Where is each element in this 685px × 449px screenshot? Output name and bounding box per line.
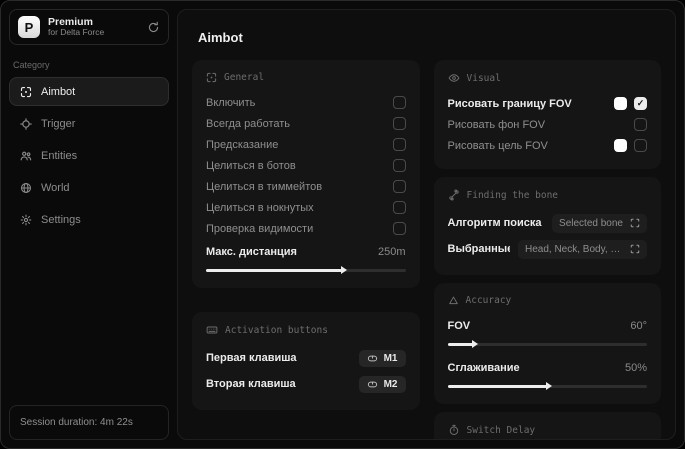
brand-card: P Premium for Delta Force xyxy=(9,9,169,45)
sidebar-item-label: Settings xyxy=(41,213,81,226)
checkbox-draw-fov-border[interactable] xyxy=(634,97,647,110)
fov-slider[interactable] xyxy=(447,339,647,349)
sidebar: P Premium for Delta Force Category Aimbo xyxy=(9,9,169,440)
color-swatch[interactable] xyxy=(614,139,627,152)
brand-subtitle: for Delta Force xyxy=(48,27,105,38)
checkbox-target-knocked[interactable] xyxy=(392,201,406,214)
category-label: Category xyxy=(13,60,50,70)
max-distance-slider[interactable] xyxy=(206,265,406,275)
sidebar-item-aimbot[interactable]: Aimbot xyxy=(9,77,169,106)
main-content: Aimbot General Включить Всегда работать … xyxy=(177,9,676,440)
sidebar-item-world[interactable]: World xyxy=(9,173,169,202)
bone-icon xyxy=(448,189,460,201)
triangle-icon xyxy=(448,295,459,306)
panel-activation-buttons: Activation buttons Первая клавиша M1 Вто… xyxy=(192,312,420,410)
page-title: Aimbot xyxy=(198,30,243,45)
session-duration-text: Session duration: 4m 22s xyxy=(20,417,133,428)
toggle-label: Целиться в нокнутых xyxy=(206,201,314,214)
smoothing-label: Сглаживание xyxy=(447,361,520,374)
panel-accuracy: Accuracy FOV 60° Сглаживание 50% xyxy=(433,283,661,404)
keybind-label: Вторая клавиша xyxy=(206,378,296,390)
toggle-label: Всегда работать xyxy=(206,117,291,130)
keybind-value: M1 xyxy=(383,352,398,364)
brand-text: Premium for Delta Force xyxy=(48,16,139,38)
checkbox-target-bots[interactable] xyxy=(392,159,406,172)
visual-label: Рисовать границу FOV xyxy=(447,97,572,110)
smoothing-value: 50% xyxy=(624,361,647,374)
refresh-icon[interactable] xyxy=(147,21,160,34)
selected-bones-select[interactable]: Head, Neck, Body, Pe.. xyxy=(518,239,647,259)
panel-header-label: Finding the bone xyxy=(466,189,559,201)
checkbox-visibility-check[interactable] xyxy=(392,222,406,235)
select-value: Head, Neck, Body, Pe.. xyxy=(525,243,623,255)
timer-icon xyxy=(448,424,460,436)
checkbox-always-work[interactable] xyxy=(392,117,406,130)
keyboard-icon xyxy=(206,324,218,336)
sidebar-item-label: World xyxy=(41,181,70,194)
bone-algorithm-label: Алгоритм поиска костей xyxy=(447,217,545,229)
checkbox-draw-fov-target[interactable] xyxy=(634,139,647,152)
checkbox-draw-fov-background[interactable] xyxy=(634,118,647,131)
expand-icon xyxy=(630,244,640,254)
app-logo: P xyxy=(18,16,40,38)
eye-icon xyxy=(448,72,460,84)
trigger-icon xyxy=(20,117,32,130)
fov-label: FOV xyxy=(447,319,471,332)
keybind-button-second[interactable]: M2 xyxy=(358,375,406,393)
slider-label: Макс. дистанция xyxy=(206,245,297,258)
toggle-label: Целиться в ботов xyxy=(206,159,296,172)
aimbot-icon xyxy=(20,86,32,98)
visual-label: Рисовать цель FOV xyxy=(447,139,548,152)
visual-label: Рисовать фон FOV xyxy=(447,118,546,131)
fov-value: 60° xyxy=(630,319,647,332)
session-duration: Session duration: 4m 22s xyxy=(9,405,169,440)
entities-icon xyxy=(20,150,32,162)
crosshair-icon xyxy=(206,72,217,83)
panel-header-label: Visual xyxy=(466,72,501,84)
keybind-label: Первая клавиша xyxy=(206,352,297,364)
slider-fill xyxy=(206,266,347,274)
slider-value: 250m xyxy=(377,245,406,258)
toggle-label: Включить xyxy=(206,96,256,109)
sidebar-item-settings[interactable]: Settings xyxy=(9,205,169,234)
panel-general: General Включить Всегда работать Предска… xyxy=(192,60,420,288)
sidebar-item-trigger[interactable]: Trigger xyxy=(9,109,169,138)
keybind-button-first[interactable]: M1 xyxy=(358,349,406,367)
panel-finding-bone: Finding the bone Алгоритм поиска костей … xyxy=(433,177,661,275)
sidebar-item-label: Trigger xyxy=(41,117,76,130)
sidebar-item-label: Entities xyxy=(41,149,78,162)
panel-switch-delay: Switch Delay Задержка переключения Задер… xyxy=(433,412,661,439)
panel-header-label: Switch Delay xyxy=(466,424,536,436)
gear-icon xyxy=(20,214,32,226)
smoothing-slider[interactable] xyxy=(447,381,647,391)
selected-bones-label: Выбранные кости xyxy=(447,243,511,255)
panel-header-label: Activation buttons xyxy=(225,324,328,336)
panel-header-label: Accuracy xyxy=(465,295,512,306)
slider-fill xyxy=(447,382,552,390)
sidebar-item-entities[interactable]: Entities xyxy=(9,141,169,170)
toggle-label: Предсказание xyxy=(206,138,279,151)
checkbox-target-teammates[interactable] xyxy=(392,180,406,193)
world-icon xyxy=(20,182,32,194)
select-value: Selected bone xyxy=(559,217,623,229)
checkbox-prediction[interactable] xyxy=(392,138,406,151)
bone-algorithm-select[interactable]: Selected bone xyxy=(552,213,647,233)
color-swatch[interactable] xyxy=(614,97,627,110)
mouse-icon xyxy=(367,353,378,364)
panel-header-label: General xyxy=(224,72,265,83)
toggle-label: Целиться в тиммейтов xyxy=(206,180,323,193)
app-window: P Premium for Delta Force Category Aimbo xyxy=(0,0,685,449)
toggle-label: Проверка видимости xyxy=(206,222,314,235)
checkbox-enable[interactable] xyxy=(392,96,406,109)
slider-fill xyxy=(447,340,479,348)
keybind-value: M2 xyxy=(383,378,398,390)
mouse-icon xyxy=(367,379,378,390)
sidebar-item-label: Aimbot xyxy=(41,85,76,98)
panel-visual: Visual Рисовать границу FOV Рисовать фон… xyxy=(433,60,661,169)
expand-icon xyxy=(630,218,640,228)
